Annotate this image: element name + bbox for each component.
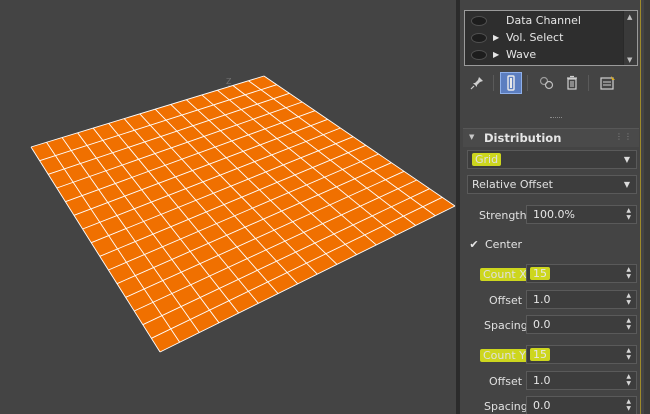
stack-item-data-channel[interactable]: Data Channel	[465, 12, 625, 29]
rollout-title: Distribution	[484, 131, 562, 145]
toolbar-divider	[493, 75, 494, 91]
dropdown-value: Relative Offset	[472, 178, 553, 191]
toolbar-divider	[527, 75, 528, 91]
expand-arrow-icon[interactable]: ▶	[493, 50, 499, 59]
count-x-spinner[interactable]: 15 ▲ ▼	[526, 264, 637, 283]
spacing-y-spinner[interactable]: 0.0 ▲ ▼	[526, 396, 637, 414]
panel-splitter-grip[interactable]	[550, 117, 562, 121]
spinner-arrows-icon[interactable]: ▲ ▼	[626, 266, 631, 280]
center-label: Center	[485, 238, 523, 251]
eye-icon[interactable]	[471, 32, 487, 43]
offset-x-label: Offset	[489, 294, 523, 307]
chevron-down-icon: ▼	[623, 155, 630, 164]
chevron-down-icon: ▼	[623, 180, 630, 189]
spinner-arrows-icon[interactable]: ▲ ▼	[626, 317, 631, 331]
count-x-label: Count X	[480, 268, 530, 281]
spinner-value: 15	[530, 348, 550, 361]
stack-scrollbar[interactable]: ▲ ▼	[623, 11, 637, 65]
spinner-arrows-icon[interactable]: ▲ ▼	[626, 347, 631, 361]
spacing-x-spinner[interactable]: 0.0 ▲ ▼	[526, 315, 637, 334]
stack-item-label: Wave	[506, 48, 537, 61]
spinner-arrows-icon[interactable]: ▲ ▼	[626, 373, 631, 387]
scroll-down-icon[interactable]: ▼	[627, 56, 632, 64]
make-unique-icon[interactable]	[536, 72, 558, 94]
orange-grid-plane[interactable]: Z	[0, 0, 456, 414]
spacing-y-label: Spacing	[484, 400, 528, 413]
spinner-value: 1.0	[533, 293, 551, 306]
pin-stack-icon[interactable]	[466, 72, 488, 94]
configure-modifier-sets-icon[interactable]	[597, 72, 619, 94]
count-y-label: Count Y	[480, 349, 529, 362]
panel-scrollbar[interactable]	[644, 0, 650, 414]
count-y-spinner[interactable]: 15 ▲ ▼	[526, 345, 637, 364]
command-panel: Data Channel ▶ Vol. Select ▶ Wave ▲ ▼ ▼ …	[460, 0, 650, 414]
panel-edge-line	[640, 0, 641, 414]
spinner-value: 0.0	[533, 399, 551, 412]
offset-x-spinner[interactable]: 1.0 ▲ ▼	[526, 290, 637, 309]
spinner-value: 1.0	[533, 374, 551, 387]
stack-item-label: Data Channel	[506, 14, 581, 27]
remove-modifier-icon[interactable]	[561, 72, 583, 94]
eye-icon[interactable]	[471, 15, 487, 26]
offset-y-spinner[interactable]: 1.0 ▲ ▼	[526, 371, 637, 390]
strength-label: Strength	[479, 209, 527, 222]
viewport-perspective[interactable]: Z	[0, 0, 456, 414]
spinner-value: 15	[530, 267, 550, 280]
modifier-toolbar	[464, 72, 644, 96]
spinner-arrows-icon[interactable]: ▲ ▼	[626, 207, 631, 221]
spacing-x-label: Spacing	[484, 319, 528, 332]
modifier-stack[interactable]: Data Channel ▶ Vol. Select ▶ Wave ▲ ▼	[464, 10, 638, 66]
show-end-result-icon[interactable]	[500, 72, 522, 94]
drag-handle-icon[interactable]: ⋮⋮	[615, 132, 633, 141]
strength-spinner[interactable]: 100.0% ▲ ▼	[526, 205, 637, 224]
spinner-arrows-icon[interactable]: ▲ ▼	[626, 292, 631, 306]
spinner-value: 0.0	[533, 318, 551, 331]
center-checkbox[interactable]: ✔	[468, 238, 480, 251]
offset-mode-dropdown[interactable]: Relative Offset ▼	[467, 175, 637, 194]
distribution-mode-dropdown[interactable]: Grid ▼	[467, 150, 637, 169]
stack-item-vol-select[interactable]: ▶ Vol. Select	[465, 29, 625, 46]
eye-icon[interactable]	[471, 49, 487, 60]
stack-item-label: Vol. Select	[506, 31, 564, 44]
spinner-arrows-icon[interactable]: ▲ ▼	[626, 398, 631, 412]
offset-y-label: Offset	[489, 375, 523, 388]
distribution-rollout-header[interactable]: ▼ Distribution ⋮⋮	[463, 128, 639, 147]
stack-item-wave[interactable]: ▶ Wave	[465, 46, 625, 63]
expand-arrow-icon[interactable]: ▶	[493, 33, 499, 42]
gizmo-z-label: Z	[226, 77, 232, 86]
spinner-value: 100.0%	[533, 208, 575, 221]
collapse-arrow-icon[interactable]: ▼	[469, 133, 474, 141]
scroll-up-icon[interactable]: ▲	[627, 13, 632, 21]
dropdown-value: Grid	[472, 153, 502, 166]
toolbar-divider	[588, 75, 589, 91]
